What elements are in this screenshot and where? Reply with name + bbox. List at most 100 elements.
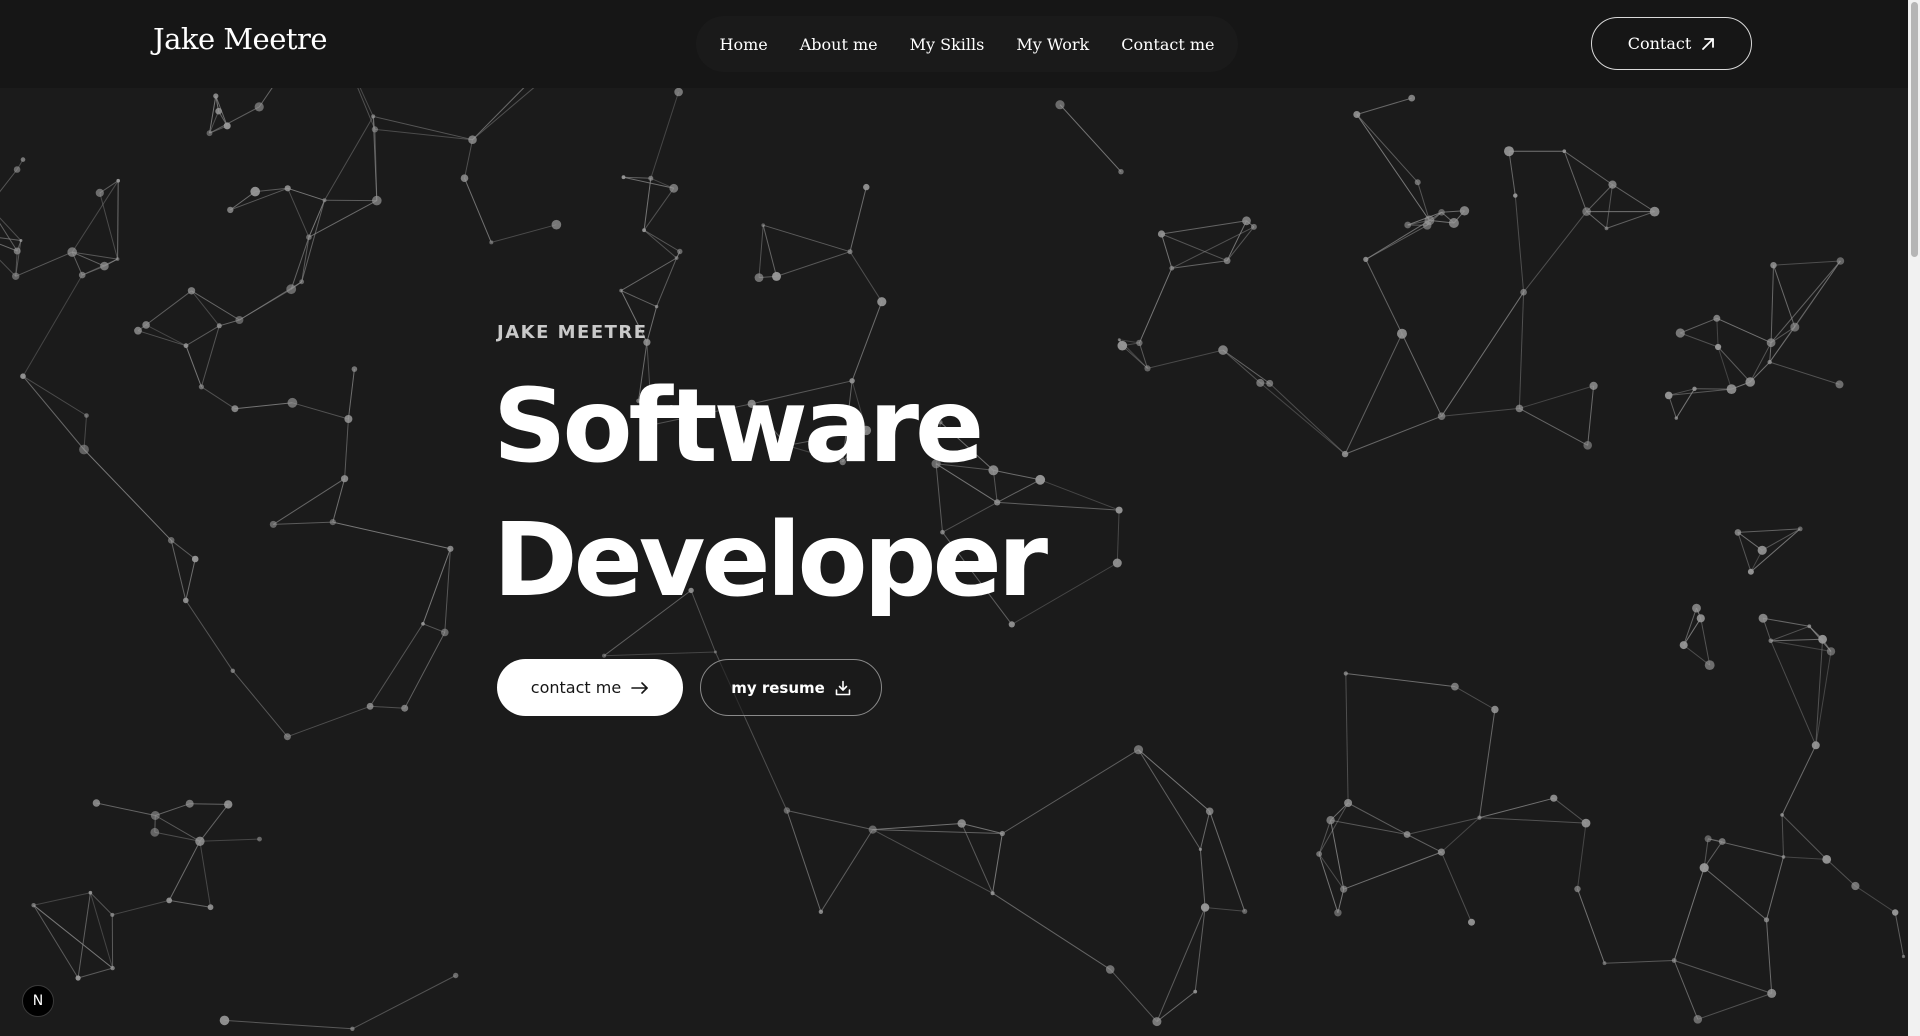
network-edge [1680, 317, 1717, 334]
network-edge [0, 169, 18, 193]
network-node [1718, 838, 1726, 845]
network-edge [287, 188, 310, 238]
network-node [654, 304, 659, 309]
network-edge [1518, 292, 1525, 409]
network-node [621, 175, 626, 180]
network-node [1353, 111, 1361, 118]
network-node [999, 830, 1005, 837]
network-edge [1587, 385, 1595, 446]
network-edge [1770, 260, 1841, 344]
network-node [1118, 169, 1124, 175]
nav-link-my-work[interactable]: My Work [1016, 35, 1089, 54]
network-node [1692, 386, 1697, 391]
network-edge [1680, 332, 1719, 348]
network-edge [1356, 114, 1430, 221]
network-node [1562, 149, 1567, 153]
network-node [1520, 288, 1527, 296]
network-node [250, 186, 260, 197]
network-edge [1199, 811, 1211, 850]
network-node [1491, 705, 1499, 714]
network-edge [1454, 686, 1496, 710]
network-edge [77, 892, 91, 979]
network-edge [1761, 528, 1801, 551]
network-node [1602, 961, 1607, 966]
network-node [1582, 207, 1591, 216]
network-node [1334, 909, 1342, 917]
nav-link-home[interactable]: Home [720, 35, 768, 54]
network-edge [199, 838, 260, 842]
network-edge [199, 804, 229, 842]
network-edge [1401, 333, 1443, 417]
network-node [1550, 794, 1558, 802]
network-node [371, 126, 378, 133]
network-edge [1781, 814, 1828, 860]
network-edge [1138, 749, 1211, 812]
network-node [1747, 568, 1754, 575]
network-edge [1683, 618, 1702, 646]
network-node [1822, 855, 1832, 864]
network-node [350, 1026, 355, 1032]
nextjs-badge[interactable]: N [22, 985, 54, 1017]
network-edge [1716, 318, 1719, 348]
network-edge [1365, 259, 1403, 334]
network-node [1770, 262, 1777, 269]
network-edge [620, 257, 677, 292]
network-edge [145, 290, 192, 326]
network-node [1408, 94, 1416, 102]
network-edge [324, 116, 374, 201]
network-edge [33, 892, 91, 906]
scrollbar-thumb[interactable] [1911, 2, 1918, 257]
network-node [1767, 988, 1777, 998]
network-node [223, 122, 231, 130]
network-node [783, 807, 791, 814]
network-node [1343, 671, 1348, 676]
network-edge [1700, 618, 1711, 666]
scrollbar[interactable] [1908, 0, 1920, 1036]
network-node [551, 219, 562, 230]
network-node [366, 702, 374, 710]
network-node [1152, 1017, 1162, 1027]
network-node [713, 650, 717, 654]
logo[interactable]: Jake Meetre [153, 22, 328, 56]
network-node [1513, 193, 1518, 198]
network-edge [1356, 114, 1419, 183]
my-resume-button[interactable]: my resume [700, 659, 882, 716]
nav-link-about-me[interactable]: About me [800, 35, 878, 54]
nav-link-contact-me[interactable]: Contact me [1121, 35, 1214, 54]
network-node [215, 107, 222, 115]
network-edge [1781, 745, 1817, 816]
network-edge [1347, 802, 1408, 835]
network-edge [1815, 651, 1832, 746]
network-node [1726, 384, 1737, 394]
network-node [1767, 359, 1772, 365]
network-edge [1563, 151, 1588, 212]
network-node [110, 912, 115, 917]
network-edge [1318, 853, 1339, 913]
network-node [877, 297, 887, 307]
network-node [284, 185, 291, 192]
network-edge [224, 1019, 353, 1030]
network-node [191, 555, 199, 563]
network-node [1892, 909, 1899, 916]
network-node [1437, 848, 1445, 856]
network-edge [1269, 383, 1346, 455]
network-node [1745, 377, 1755, 387]
network-edge [1417, 182, 1430, 221]
nav-link-my-skills[interactable]: My Skills [910, 35, 985, 54]
network-edge [820, 829, 874, 913]
network-edge [872, 829, 993, 894]
contact-button[interactable]: Contact [1591, 17, 1752, 70]
network-edge [1222, 349, 1261, 384]
network-edge [199, 841, 211, 908]
network-edge [1406, 817, 1480, 835]
network-edge [1673, 867, 1705, 961]
network-node [1692, 603, 1701, 613]
network-edge [1683, 644, 1711, 666]
network-node [219, 1015, 230, 1026]
contact-me-button[interactable]: contact me [497, 659, 683, 716]
network-node [1193, 989, 1198, 994]
network-edge [1674, 960, 1772, 994]
hero-headline: Software Developer [493, 360, 1048, 628]
network-node [1604, 226, 1609, 231]
network-node [88, 890, 93, 895]
